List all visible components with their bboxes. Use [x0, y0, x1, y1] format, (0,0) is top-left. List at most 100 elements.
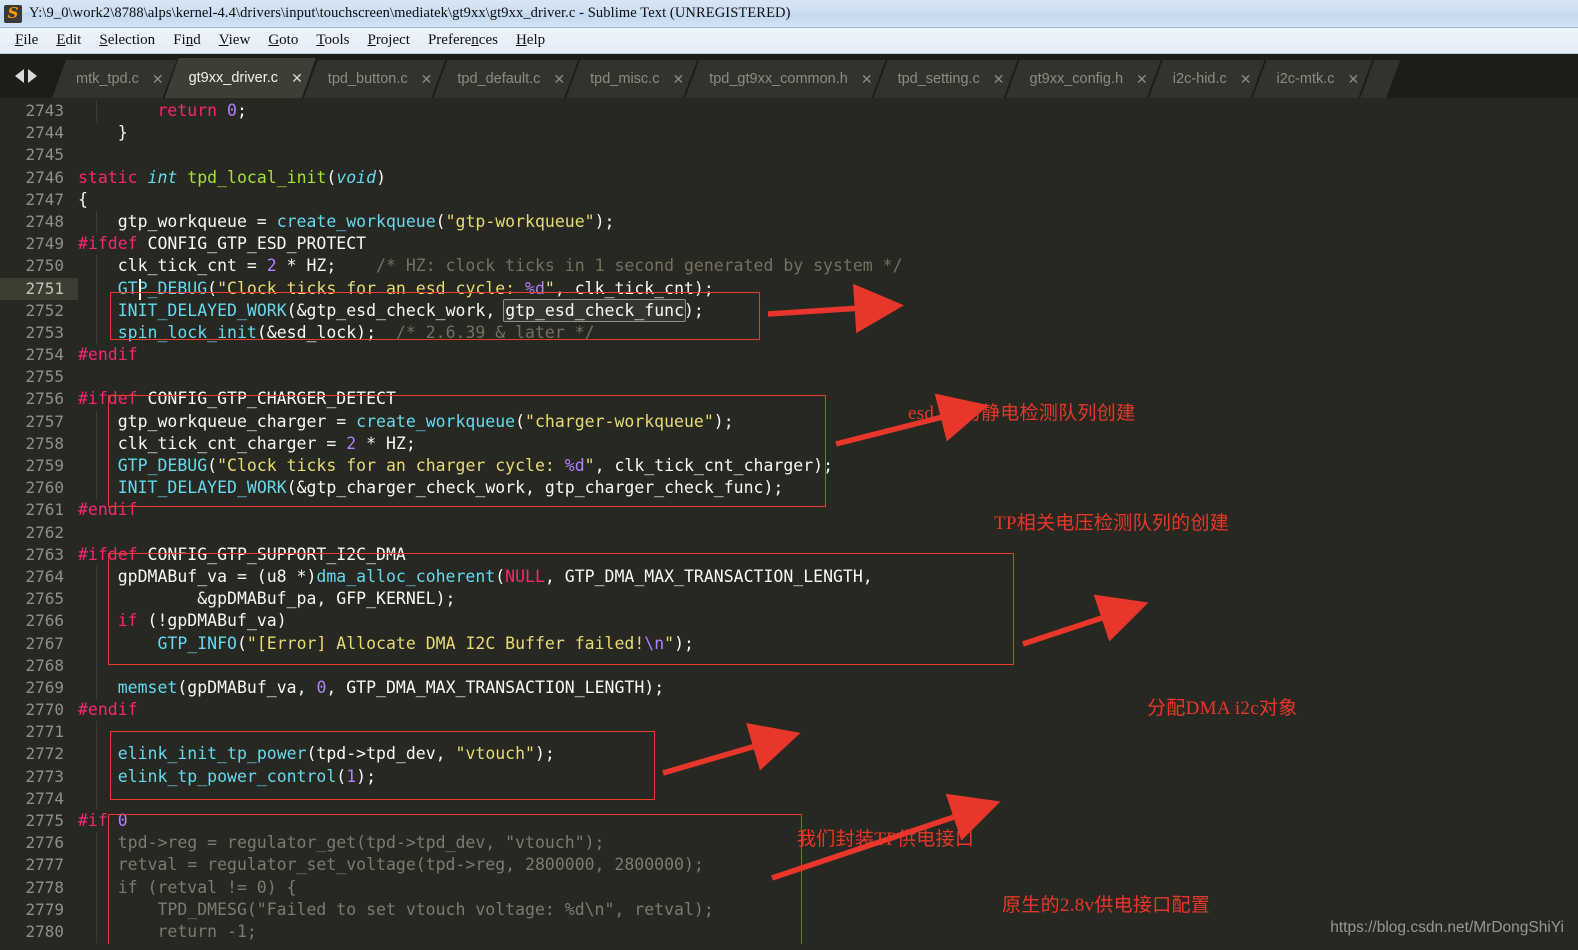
code-line[interactable]: 2750 clk_tick_cnt = 2 * HZ; /* HZ: clock…	[0, 255, 1578, 278]
code-text[interactable]: }	[78, 122, 1578, 144]
code-text[interactable]: spin_lock_init(&esd_lock); /* 2.6.39 & l…	[78, 321, 1578, 345]
code-text[interactable]: gtp_workqueue_charger = create_workqueue…	[78, 410, 1578, 434]
code-text[interactable]: if (retval != 0) {	[78, 876, 1578, 899]
tab-close-icon[interactable]: ✕	[861, 72, 873, 86]
code-text[interactable]: GTP_DEBUG("Clock ticks for an charger cy…	[78, 455, 1578, 478]
menu-item-edit[interactable]: Edit	[47, 30, 90, 52]
tab-mtk-tpd-c[interactable]: mtk_tpd.c ✕	[52, 60, 177, 98]
tab-close-icon[interactable]: ✕	[553, 72, 565, 86]
tab-gt9xx-config-h[interactable]: gt9xx_config.h ✕	[1006, 60, 1161, 98]
tab-tpd-gt9xx-common-h[interactable]: tpd_gt9xx_common.h ✕	[685, 60, 885, 98]
code-line[interactable]: 2757 gtp_workqueue_charger = create_work…	[0, 410, 1578, 434]
tab-close-icon[interactable]: ✕	[1240, 72, 1252, 86]
tab-tpd-default-c[interactable]: tpd_default.c ✕	[433, 60, 578, 98]
code-line[interactable]: 2760 INIT_DELAYED_WORK(&gtp_charger_chec…	[0, 477, 1578, 500]
menu-item-goto[interactable]: Goto	[259, 30, 307, 52]
code-line[interactable]: 2754 #endif	[0, 344, 1578, 366]
tab-tpd-button-c[interactable]: tpd_button.c ✕	[304, 60, 446, 98]
code-line[interactable]: 2749 #ifdef CONFIG_GTP_ESD_PROTECT	[0, 233, 1578, 255]
menu-item-find[interactable]: Find	[164, 30, 210, 52]
code-text[interactable]: #ifdef CONFIG_GTP_CHARGER_DETECT	[78, 388, 1578, 410]
tab-close-icon[interactable]: ✕	[421, 72, 433, 86]
code-line[interactable]: 2772 elink_init_tp_power(tpd->tpd_dev, "…	[0, 743, 1578, 766]
code-text[interactable]: memset(gpDMABuf_va, 0, GTP_DMA_MAX_TRANS…	[78, 676, 1578, 700]
code-line[interactable]: 2770 #endif	[0, 699, 1578, 721]
code-line[interactable]: 2745	[0, 144, 1578, 166]
menu-item-help[interactable]: Help	[507, 30, 554, 52]
code-line[interactable]: 2759 GTP_DEBUG("Clock ticks for an charg…	[0, 455, 1578, 478]
code-line[interactable]: 2763 #ifdef CONFIG_GTP_SUPPORT_I2C_DMA	[0, 544, 1578, 566]
code-text[interactable]	[78, 522, 1578, 544]
code-line[interactable]: 2748 gtp_workqueue = create_workqueue("g…	[0, 210, 1578, 234]
code-line[interactable]: 2751 GTP_DEBUG("Clock ticks for an esd c…	[0, 277, 1578, 300]
tab-tpd-setting-c[interactable]: tpd_setting.c ✕	[874, 60, 1018, 98]
code-text[interactable]: static int tpd_local_init(void)	[78, 167, 1578, 189]
code-text[interactable]: gpDMABuf_va = (u8 *)dma_alloc_coherent(N…	[78, 565, 1578, 589]
code-line[interactable]: 2744 }	[0, 122, 1578, 144]
tab-close-icon[interactable]: ✕	[993, 72, 1005, 86]
code-text[interactable]: elink_init_tp_power(tpd->tpd_dev, "vtouc…	[78, 743, 1578, 766]
code-text[interactable]	[78, 144, 1578, 166]
code-line[interactable]: 2768	[0, 654, 1578, 678]
code-view[interactable]: 2743 return 0; 2744 } 2745 2746 static int …	[0, 98, 1578, 944]
code-text[interactable]: GTP_DEBUG("Clock ticks for an esd cycle:…	[78, 277, 1578, 300]
code-line[interactable]: 2761 #endif	[0, 499, 1578, 521]
code-text[interactable]	[78, 366, 1578, 388]
menu-item-project[interactable]: Project	[358, 30, 419, 52]
tab-i2c-mtk-c[interactable]: i2c-mtk.c ✕	[1253, 60, 1373, 98]
menu-item-preferences[interactable]: Preferences	[419, 30, 507, 52]
code-line[interactable]: 2746 static int tpd_local_init(void)	[0, 167, 1578, 189]
menu-item-tools[interactable]: Tools	[307, 30, 358, 52]
tab-close-icon[interactable]: ✕	[1136, 72, 1148, 86]
code-line[interactable]: 2758 clk_tick_cnt_charger = 2 * HZ;	[0, 432, 1578, 456]
tab-close-icon[interactable]: ✕	[291, 71, 303, 85]
code-line[interactable]: 2769 memset(gpDMABuf_va, 0, GTP_DMA_MAX_…	[0, 676, 1578, 700]
code-line[interactable]: 2753 spin_lock_init(&esd_lock); /* 2.6.3…	[0, 321, 1578, 345]
code-text[interactable]: #ifdef CONFIG_GTP_ESD_PROTECT	[78, 233, 1578, 255]
code-line[interactable]: 2774	[0, 787, 1578, 811]
code-line[interactable]: 2764 gpDMABuf_va = (u8 *)dma_alloc_coher…	[0, 565, 1578, 589]
code-line[interactable]: 2762	[0, 522, 1578, 544]
code-text[interactable]: {	[78, 189, 1578, 211]
chevron-left-icon[interactable]	[15, 69, 24, 83]
code-line[interactable]: 2766 if (!gpDMABuf_va)	[0, 610, 1578, 633]
code-text[interactable]: TPD_DMESG("Failed to set vtouch voltage:…	[78, 898, 1578, 922]
code-text[interactable]: #endif	[78, 699, 1578, 721]
code-text[interactable]: GTP_INFO("[Error] Allocate DMA I2C Buffe…	[78, 632, 1578, 655]
code-text[interactable]: tpd->reg = regulator_get(tpd->tpd_dev, "…	[78, 832, 1578, 855]
code-text[interactable]: #endif	[78, 499, 1578, 521]
tab-i2c-hid-c[interactable]: i2c-hid.c ✕	[1149, 60, 1265, 98]
code-text[interactable]	[78, 654, 1578, 678]
code-line[interactable]: 2747 {	[0, 189, 1578, 211]
tab-tpd-misc-c[interactable]: tpd_misc.c ✕	[566, 60, 697, 98]
code-text[interactable]: #endif	[78, 344, 1578, 366]
code-text[interactable]: INIT_DELAYED_WORK(&gtp_charger_check_wor…	[78, 477, 1578, 500]
tab-close-icon[interactable]: ✕	[672, 72, 684, 86]
code-line[interactable]: 2775 #if 0	[0, 810, 1578, 832]
code-line[interactable]: 2773 elink_tp_power_control(1);	[0, 765, 1578, 789]
tab-navigation[interactable]	[0, 54, 52, 98]
code-text[interactable]: #ifdef CONFIG_GTP_SUPPORT_I2C_DMA	[78, 544, 1578, 566]
code-text[interactable]: if (!gpDMABuf_va)	[78, 610, 1578, 633]
tab-close-icon[interactable]: ✕	[1348, 72, 1360, 86]
code-line[interactable]: 2755	[0, 366, 1578, 388]
code-text[interactable]	[78, 721, 1578, 744]
menu-item-file[interactable]: File	[6, 30, 47, 52]
code-text[interactable]: INIT_DELAYED_WORK(&gtp_esd_check_work, g…	[78, 298, 1578, 323]
tab-gt9xx-driver-c[interactable]: gt9xx_driver.c ✕	[165, 58, 316, 98]
code-line[interactable]: 2776 tpd->reg = regulator_get(tpd->tpd_d…	[0, 832, 1578, 855]
code-line[interactable]: 2777 retval = regulator_set_voltage(tpd-…	[0, 854, 1578, 877]
menu-item-view[interactable]: View	[210, 30, 260, 52]
code-line[interactable]: 2779 TPD_DMESG("Failed to set vtouch vol…	[0, 898, 1578, 922]
code-line[interactable]: 2752 INIT_DELAYED_WORK(&gtp_esd_check_wo…	[0, 298, 1578, 323]
tab-close-icon[interactable]: ✕	[152, 72, 164, 86]
chevron-right-icon[interactable]	[28, 69, 37, 83]
code-text[interactable]: return 0;	[78, 100, 1578, 123]
code-text[interactable]: clk_tick_cnt_charger = 2 * HZ;	[78, 432, 1578, 456]
code-text[interactable]: elink_tp_power_control(1);	[78, 765, 1578, 789]
code-text[interactable]: clk_tick_cnt = 2 * HZ; /* HZ: clock tick…	[78, 255, 1578, 278]
code-line[interactable]: 2771	[0, 721, 1578, 744]
code-text[interactable]	[78, 787, 1578, 811]
code-line[interactable]: 2756 #ifdef CONFIG_GTP_CHARGER_DETECT	[0, 388, 1578, 410]
code-editor[interactable]: 2743 return 0; 2744 } 2745 2746 static int …	[0, 98, 1578, 944]
